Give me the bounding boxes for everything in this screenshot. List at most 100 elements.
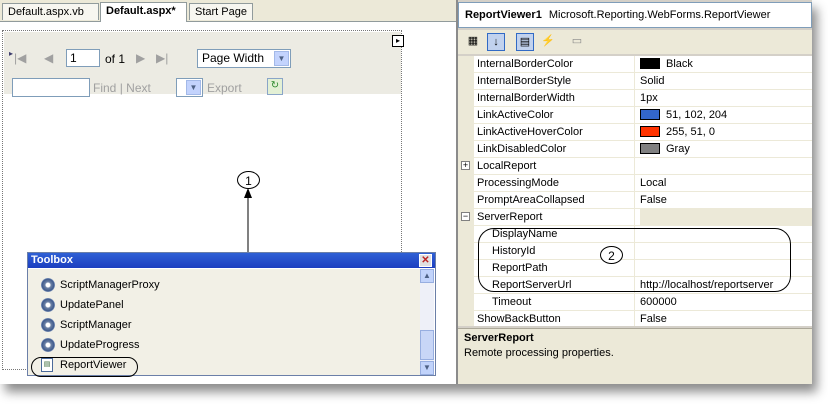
row-gutter xyxy=(458,260,474,277)
row-gutter xyxy=(458,226,474,243)
callout-2: 2 xyxy=(600,246,623,264)
property-name: ShowBackButton xyxy=(477,311,635,326)
property-value[interactable]: 51, 102, 204 xyxy=(640,107,812,124)
property-name: InternalBorderColor xyxy=(477,56,635,73)
object-name: ReportViewer1 xyxy=(465,9,542,21)
property-value[interactable]: False xyxy=(640,192,812,209)
events-icon[interactable]: ⚡ xyxy=(539,33,557,51)
property-pages-icon[interactable]: ▭ xyxy=(568,33,586,51)
property-row[interactable]: ProcessingMode Local xyxy=(458,175,812,192)
property-value[interactable]: 1px xyxy=(640,90,812,107)
color-swatch xyxy=(640,109,660,120)
property-value[interactable]: Local xyxy=(640,175,812,192)
row-gutter xyxy=(458,175,474,192)
property-value[interactable]: Black xyxy=(640,56,812,73)
scroll-down-icon[interactable]: ▼ xyxy=(420,361,434,375)
property-value[interactable]: 255, 51, 0 xyxy=(640,124,812,141)
description-panel: ServerReport Remote processing propertie… xyxy=(458,328,812,384)
property-row[interactable]: InternalBorderStyle Solid xyxy=(458,73,812,90)
property-row[interactable]: Timeout 600000 xyxy=(458,294,812,311)
toolbox-item-label: ScriptManager xyxy=(60,319,132,331)
object-type: Microsoft.Reporting.WebForms.ReportViewe… xyxy=(548,9,771,21)
toolbox-item-scriptmanagerproxy[interactable]: ScriptManagerProxy xyxy=(32,275,412,295)
description-text: Remote processing properties. xyxy=(464,347,614,359)
property-grid: InternalBorderColor Black InternalBorder… xyxy=(458,56,812,326)
categorized-icon[interactable]: ▦ xyxy=(464,33,482,51)
property-value[interactable] xyxy=(640,158,812,175)
toolbox-item-label: ScriptManagerProxy xyxy=(60,279,160,291)
callout-1: 1 xyxy=(237,171,260,189)
properties-toolbar: ▦ ↓ ▤ ⚡ ▭ xyxy=(458,30,812,54)
property-row[interactable]: LinkActiveColor 51, 102, 204 xyxy=(458,107,812,124)
property-row[interactable]: InternalBorderColor Black xyxy=(458,56,812,73)
toolbox-item-updatepanel[interactable]: UpdatePanel xyxy=(32,295,412,315)
toolbox-item-label: UpdateProgress xyxy=(60,339,140,351)
property-value[interactable] xyxy=(640,209,812,226)
property-name: LinkActiveColor xyxy=(477,107,635,124)
description-title: ServerReport xyxy=(464,332,534,344)
alphabetical-icon[interactable]: ↓ xyxy=(487,33,505,51)
color-swatch xyxy=(640,126,660,137)
property-name: LocalReport xyxy=(477,158,635,175)
property-name: ServerReport xyxy=(477,209,635,226)
row-gutter xyxy=(458,294,474,311)
property-value[interactable]: 600000 xyxy=(640,294,812,311)
property-row[interactable]: + LocalReport xyxy=(458,158,812,175)
color-swatch xyxy=(640,58,660,69)
toolbox-window: Toolbox ✕ ScriptManagerProxy UpdatePanel… xyxy=(27,252,436,377)
property-row-selected[interactable]: − ServerReport xyxy=(458,209,812,226)
gear-icon xyxy=(41,298,55,312)
row-gutter: − xyxy=(458,209,474,226)
property-value-text: Gray xyxy=(666,143,690,155)
property-name: InternalBorderStyle xyxy=(477,73,635,90)
property-name: LinkActiveHoverColor xyxy=(477,124,635,141)
color-swatch xyxy=(640,143,660,154)
property-value[interactable]: Solid xyxy=(640,73,812,90)
gear-icon xyxy=(41,278,55,292)
tab-default-aspx[interactable]: Default.aspx* xyxy=(100,2,187,22)
property-row[interactable]: LinkDisabledColor Gray xyxy=(458,141,812,158)
property-row[interactable]: PromptAreaCollapsed False xyxy=(458,192,812,209)
document-tabstrip: Default.aspx.vb Default.aspx* Start Page xyxy=(0,0,456,22)
row-gutter xyxy=(458,56,474,73)
properties-icon[interactable]: ▤ xyxy=(516,33,534,51)
expand-icon[interactable]: + xyxy=(461,161,470,170)
tab-default-aspx-vb[interactable]: Default.aspx.vb xyxy=(2,3,99,20)
gear-icon xyxy=(41,338,55,352)
gear-icon xyxy=(41,318,55,332)
property-value[interactable]: Gray xyxy=(640,141,812,158)
toolbox-scrollbar[interactable]: ▲ ▼ xyxy=(420,269,434,375)
tab-start-page[interactable]: Start Page xyxy=(189,3,253,20)
object-selector[interactable]: ReportViewer1 Microsoft.Reporting.WebFor… xyxy=(458,2,812,28)
row-gutter xyxy=(458,124,474,141)
row-gutter xyxy=(458,141,474,158)
property-name: InternalBorderWidth xyxy=(477,90,635,107)
row-gutter: + xyxy=(458,158,474,175)
collapse-icon[interactable]: − xyxy=(461,212,470,221)
property-value[interactable]: False xyxy=(640,311,812,326)
property-value-text: Black xyxy=(666,58,693,70)
screenshot-frame: Default.aspx.vb Default.aspx* Start Page… xyxy=(0,0,812,384)
property-value-text: 51, 102, 204 xyxy=(666,109,728,121)
property-name: LinkDisabledColor xyxy=(477,141,635,158)
row-gutter xyxy=(458,243,474,260)
row-gutter xyxy=(458,107,474,124)
toolbox-title-text: Toolbox xyxy=(31,254,73,266)
close-icon[interactable]: ✕ xyxy=(419,254,432,267)
toolbox-item-label: UpdatePanel xyxy=(60,299,124,311)
property-value-text: 255, 51, 0 xyxy=(666,126,715,138)
toolbox-item-scriptmanager[interactable]: ScriptManager xyxy=(32,315,412,335)
scroll-thumb[interactable] xyxy=(420,330,434,360)
property-row[interactable]: InternalBorderWidth 1px xyxy=(458,90,812,107)
toolbox-item-updateprogress[interactable]: UpdateProgress xyxy=(32,335,412,355)
property-row[interactable]: LinkActiveHoverColor 255, 51, 0 xyxy=(458,124,812,141)
toolbox-title: Toolbox ✕ xyxy=(28,253,435,268)
reportviewer-highlight-ellipse xyxy=(31,357,138,377)
row-gutter xyxy=(458,73,474,90)
property-row[interactable]: ShowBackButton False xyxy=(458,311,812,326)
property-name: Timeout xyxy=(492,294,635,311)
scroll-up-icon[interactable]: ▲ xyxy=(420,269,434,283)
toolbox-list: ScriptManagerProxy UpdatePanel ScriptMan… xyxy=(28,269,420,377)
property-name: ProcessingMode xyxy=(477,175,635,192)
designer-pane: Default.aspx.vb Default.aspx* Start Page… xyxy=(0,0,456,384)
